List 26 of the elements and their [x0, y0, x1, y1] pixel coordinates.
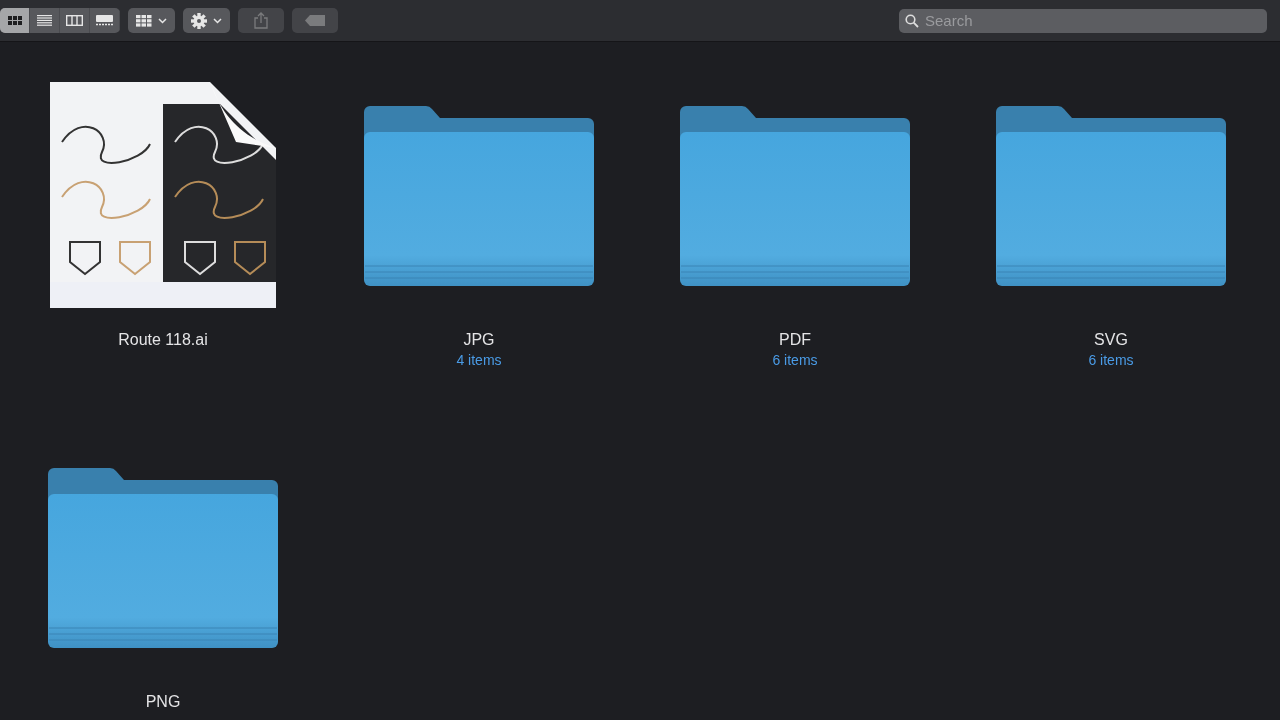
action-button[interactable] [183, 8, 230, 33]
item-count: 6 items [772, 351, 818, 370]
file-name[interactable]: PDF [779, 330, 811, 350]
folder-icon [996, 104, 1226, 286]
gear-icon [191, 12, 207, 29]
group-button[interactable] [128, 8, 175, 33]
list-icon [37, 15, 52, 26]
view-mode-button[interactable] [0, 8, 30, 33]
file-name[interactable]: PNG [145, 692, 181, 712]
item-count: 6 items [1088, 351, 1134, 370]
item-count: 4 items [456, 351, 502, 370]
folder-icon [680, 104, 910, 286]
tag-icon [305, 15, 325, 26]
columns-icon [66, 15, 83, 26]
caret-icon [213, 17, 222, 24]
search-field[interactable]: Search [899, 8, 1267, 33]
grid-icon [7, 15, 22, 26]
gallery-icon [96, 15, 113, 26]
folder-icon [48, 466, 278, 648]
file-name[interactable]: SVG [1094, 330, 1128, 350]
share-icon [254, 12, 268, 29]
folder-icon [364, 104, 594, 286]
caret-icon [158, 17, 167, 24]
file-name[interactable]: JPG [463, 330, 495, 350]
file-name[interactable]: Route 118.ai [118, 330, 208, 350]
grid-icon [136, 14, 152, 27]
